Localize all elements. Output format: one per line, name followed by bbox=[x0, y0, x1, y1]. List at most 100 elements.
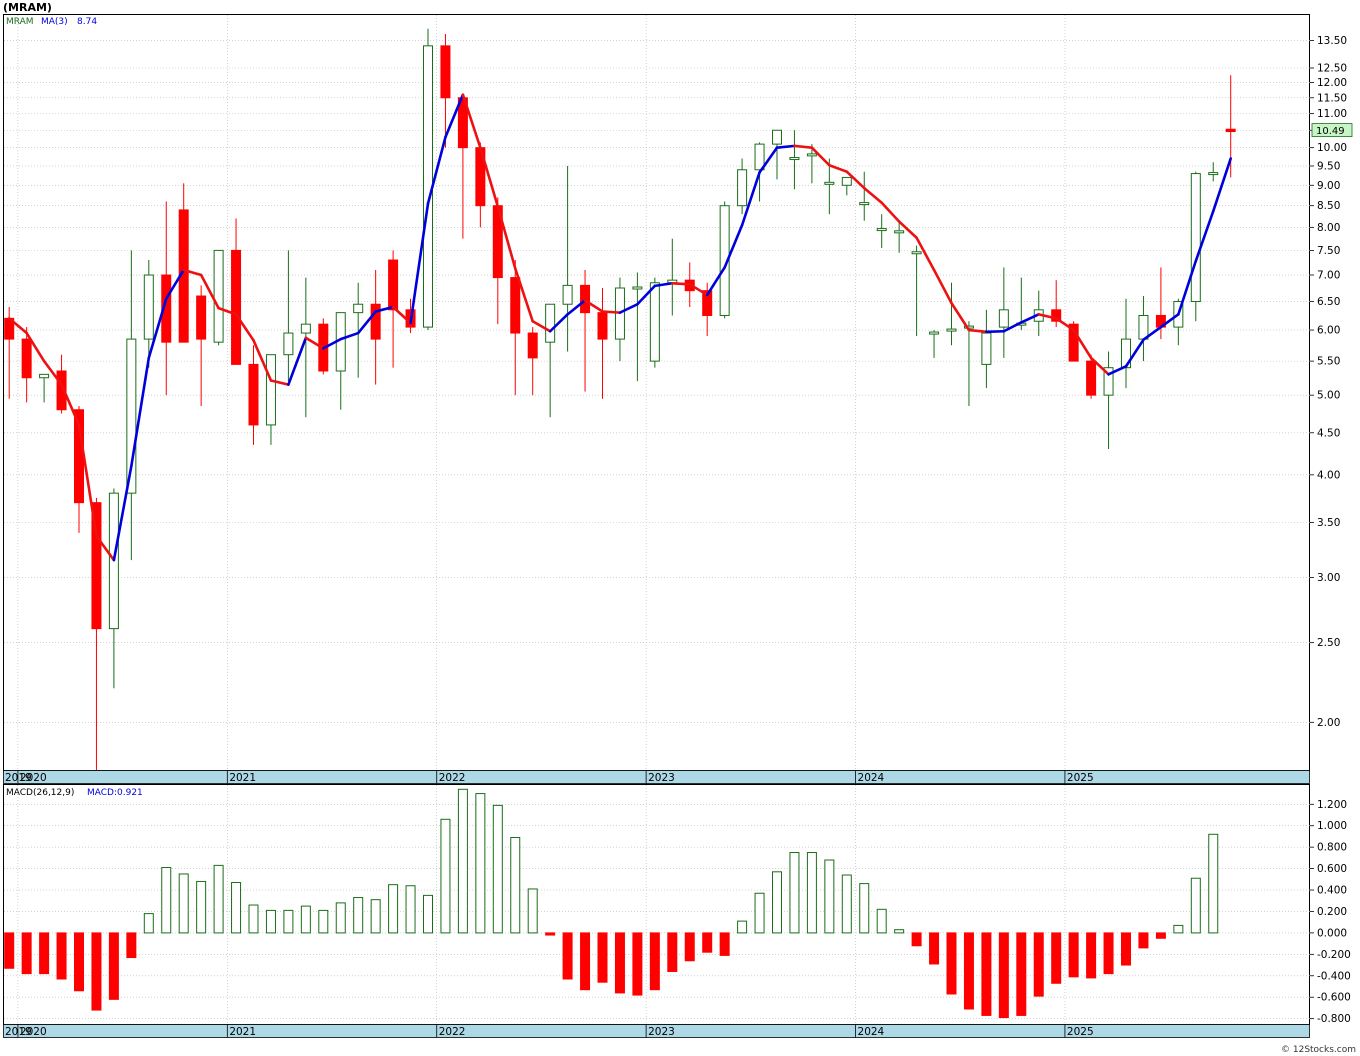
macd-y-tick-label: -0.800 bbox=[1317, 1013, 1351, 1025]
macd-bar bbox=[161, 867, 172, 934]
macd-bar bbox=[614, 932, 625, 994]
macd-y-tick-label: 0.800 bbox=[1317, 842, 1347, 854]
macd-bar bbox=[231, 882, 242, 934]
ma-value: 8.74 bbox=[77, 17, 97, 27]
macd-bar bbox=[859, 883, 870, 934]
macd-bar bbox=[963, 932, 974, 1010]
macd-bar bbox=[178, 873, 189, 934]
macd-bar bbox=[1155, 932, 1166, 939]
price-y-tick-label: 13.50 bbox=[1317, 35, 1347, 47]
macd-bar bbox=[370, 899, 381, 934]
macd-bar bbox=[929, 932, 940, 965]
price-y-tick-label: 5.00 bbox=[1317, 390, 1340, 402]
macd-bar bbox=[388, 884, 399, 934]
macd-y-tick-label: -0.400 bbox=[1317, 970, 1351, 982]
macd-bar bbox=[1033, 932, 1044, 997]
year-label: 2023 bbox=[648, 772, 675, 784]
candle-body bbox=[1086, 360, 1097, 396]
macd-bar bbox=[545, 932, 556, 936]
macd-bar bbox=[335, 902, 346, 934]
macd-bar bbox=[527, 888, 538, 934]
price-y-tick-label: 4.50 bbox=[1317, 427, 1340, 439]
ma-segment bbox=[775, 144, 796, 149]
price-y-tick-label: 7.50 bbox=[1317, 245, 1340, 257]
candle-body bbox=[632, 286, 643, 290]
price-y-tick-label: 3.50 bbox=[1317, 517, 1340, 529]
candle-body bbox=[806, 153, 817, 157]
candle-body bbox=[1225, 128, 1236, 133]
macd-bar bbox=[1068, 932, 1079, 978]
candle-body bbox=[876, 228, 887, 232]
macd-bar bbox=[405, 885, 416, 934]
candle-body bbox=[981, 332, 992, 365]
macd-bar bbox=[213, 864, 224, 934]
macd-bar bbox=[457, 788, 468, 934]
macd-bar bbox=[1121, 932, 1131, 966]
candle-body bbox=[1190, 173, 1201, 302]
candle-body bbox=[423, 45, 433, 328]
candle-body bbox=[143, 274, 154, 340]
chart-title: (MRAM) bbox=[3, 1, 52, 14]
macd-bar bbox=[300, 905, 311, 934]
macd-bar bbox=[4, 932, 15, 969]
macd-y-tick-label: -0.200 bbox=[1317, 949, 1351, 961]
candle-body bbox=[789, 157, 800, 161]
price-y-tick-label: 6.50 bbox=[1317, 296, 1340, 308]
year-label: 2020 bbox=[20, 772, 47, 784]
macd-y-tick-label: 0.000 bbox=[1317, 927, 1347, 939]
last-price-label: 10.49 bbox=[1316, 126, 1345, 137]
candle-body bbox=[580, 284, 591, 314]
year-label: 2022 bbox=[439, 1026, 466, 1038]
macd-bar bbox=[318, 909, 329, 934]
candle-body bbox=[859, 202, 870, 206]
macd-bar bbox=[1173, 924, 1184, 934]
ma-segment bbox=[670, 281, 692, 286]
macd-bar bbox=[74, 932, 84, 992]
candle-body bbox=[196, 295, 207, 340]
macd-bar bbox=[56, 932, 67, 980]
macd-bar bbox=[1208, 833, 1219, 934]
macd-bar bbox=[21, 932, 32, 975]
candle-body bbox=[894, 230, 905, 234]
price-y-tick-label: 8.00 bbox=[1317, 222, 1340, 234]
macd-bar bbox=[108, 932, 119, 1000]
macd-bar bbox=[1190, 877, 1201, 934]
macd-bar bbox=[789, 852, 800, 934]
price-y-tick-label: 2.50 bbox=[1317, 637, 1340, 649]
price-y-tick-label: 6.00 bbox=[1317, 325, 1340, 337]
price-y-tick-label: 5.50 bbox=[1317, 356, 1340, 368]
macd-y-tick-label: -0.600 bbox=[1317, 992, 1351, 1004]
macd-bar bbox=[91, 932, 102, 1011]
macd-bar bbox=[492, 804, 503, 934]
candle-body bbox=[1208, 172, 1219, 176]
candle-body bbox=[388, 259, 399, 311]
candle-body bbox=[998, 309, 1009, 328]
candle-body bbox=[737, 169, 748, 207]
macd-bar bbox=[894, 929, 905, 934]
macd-bar bbox=[841, 874, 852, 934]
candle-body bbox=[39, 373, 50, 379]
price-y-tick-label: 11.50 bbox=[1317, 92, 1347, 104]
price-y-tick-label: 2.00 bbox=[1317, 717, 1340, 729]
macd-bar bbox=[283, 909, 294, 934]
candle-body bbox=[527, 332, 538, 359]
price-y-tick-label: 4.00 bbox=[1317, 469, 1340, 481]
year-label: 2025 bbox=[1067, 772, 1094, 784]
macd-y-tick-label: 0.600 bbox=[1317, 863, 1347, 875]
candle-body bbox=[649, 282, 660, 362]
macd-bar bbox=[772, 871, 782, 934]
price-panel-frame bbox=[3, 14, 1310, 771]
candle-body bbox=[353, 303, 364, 314]
macd-bar bbox=[876, 908, 887, 934]
price-y-tick-label: 3.00 bbox=[1317, 572, 1340, 584]
macd-bar bbox=[265, 909, 276, 934]
macd-y-tick-label: 0.400 bbox=[1317, 885, 1347, 897]
candle-body bbox=[231, 249, 242, 365]
candle-body bbox=[946, 328, 957, 332]
price-y-tick-label: 9.50 bbox=[1317, 160, 1340, 172]
macd-y-tick-label: 1.000 bbox=[1317, 820, 1347, 832]
macd-bar bbox=[562, 932, 573, 980]
macd-bar bbox=[998, 932, 1009, 1019]
year-label: 2020 bbox=[20, 1026, 47, 1038]
candle-body bbox=[510, 277, 521, 334]
